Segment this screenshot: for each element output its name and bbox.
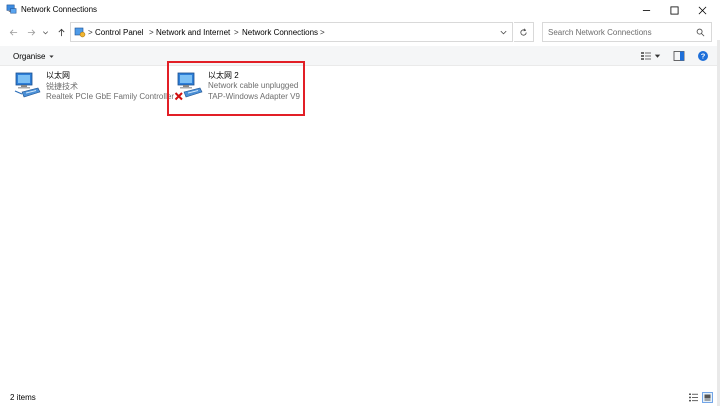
breadcrumb-separator[interactable]: > [234, 28, 239, 37]
breadcrumb-network-and-internet[interactable]: Network and Internet [156, 28, 230, 37]
command-bar: Organise ? [0, 46, 717, 66]
minimize-button[interactable] [632, 0, 660, 20]
connection-status: 锐捷技术 [46, 82, 78, 91]
status-bar: 2 items [0, 389, 717, 406]
close-button[interactable] [688, 0, 716, 20]
arrow-left-icon [9, 29, 17, 35]
chevron-down-icon[interactable] [499, 28, 508, 37]
svg-text:?: ? [701, 52, 706, 61]
connection-device: Realtek PCIe GbE Family Controller [46, 92, 175, 101]
chevron-down-icon [42, 30, 48, 34]
up-button[interactable] [54, 25, 68, 39]
ethernet-adapter-icon [14, 72, 41, 98]
maximize-button[interactable] [660, 0, 688, 20]
title-bar[interactable]: Network Connections [0, 0, 720, 20]
help-icon[interactable]: ? [697, 50, 709, 62]
large-icons-view-icon[interactable] [702, 392, 713, 403]
control-panel-icon [74, 27, 86, 38]
connection-name: 以太网 [46, 71, 70, 80]
forward-button[interactable] [24, 25, 38, 39]
arrow-up-icon [58, 28, 64, 36]
search-placeholder: Search Network Connections [548, 28, 652, 37]
address-bar[interactable]: > Control Panel > Network and Internet >… [70, 22, 513, 42]
connection-item[interactable]: 以太网 锐捷技术 Realtek PCIe GbE Family Control… [12, 70, 174, 114]
selection-highlight-box [167, 61, 305, 116]
refresh-button[interactable] [514, 22, 534, 42]
minimize-icon [642, 9, 650, 11]
caret-down-icon [49, 55, 55, 58]
preview-pane-icon[interactable] [673, 50, 685, 62]
breadcrumb-separator[interactable]: > [149, 28, 154, 37]
arrow-right-icon [27, 29, 35, 35]
breadcrumb-separator[interactable]: > [320, 28, 325, 37]
caret-down-icon[interactable] [653, 50, 662, 62]
organise-label: Organise [13, 52, 46, 61]
breadcrumb-network-connections[interactable]: Network Connections [242, 28, 318, 37]
back-button[interactable] [6, 25, 20, 39]
maximize-icon [669, 5, 679, 15]
search-icon [696, 28, 705, 37]
close-icon [698, 6, 706, 14]
details-view-icon[interactable] [688, 392, 699, 403]
search-input[interactable]: Search Network Connections [542, 22, 712, 42]
change-view-icon[interactable] [640, 50, 652, 62]
network-connections-icon [6, 4, 17, 14]
organise-button[interactable]: Organise [13, 52, 55, 61]
recent-locations-button[interactable] [38, 25, 52, 39]
breadcrumb-separator: > [88, 28, 93, 37]
item-count: 2 items [10, 393, 36, 402]
explorer-window: Network Connections > Control Panel > Ne… [0, 0, 720, 406]
breadcrumb-control-panel[interactable]: Control Panel [95, 28, 143, 37]
refresh-icon [520, 27, 527, 36]
window-title: Network Connections [21, 5, 98, 14]
